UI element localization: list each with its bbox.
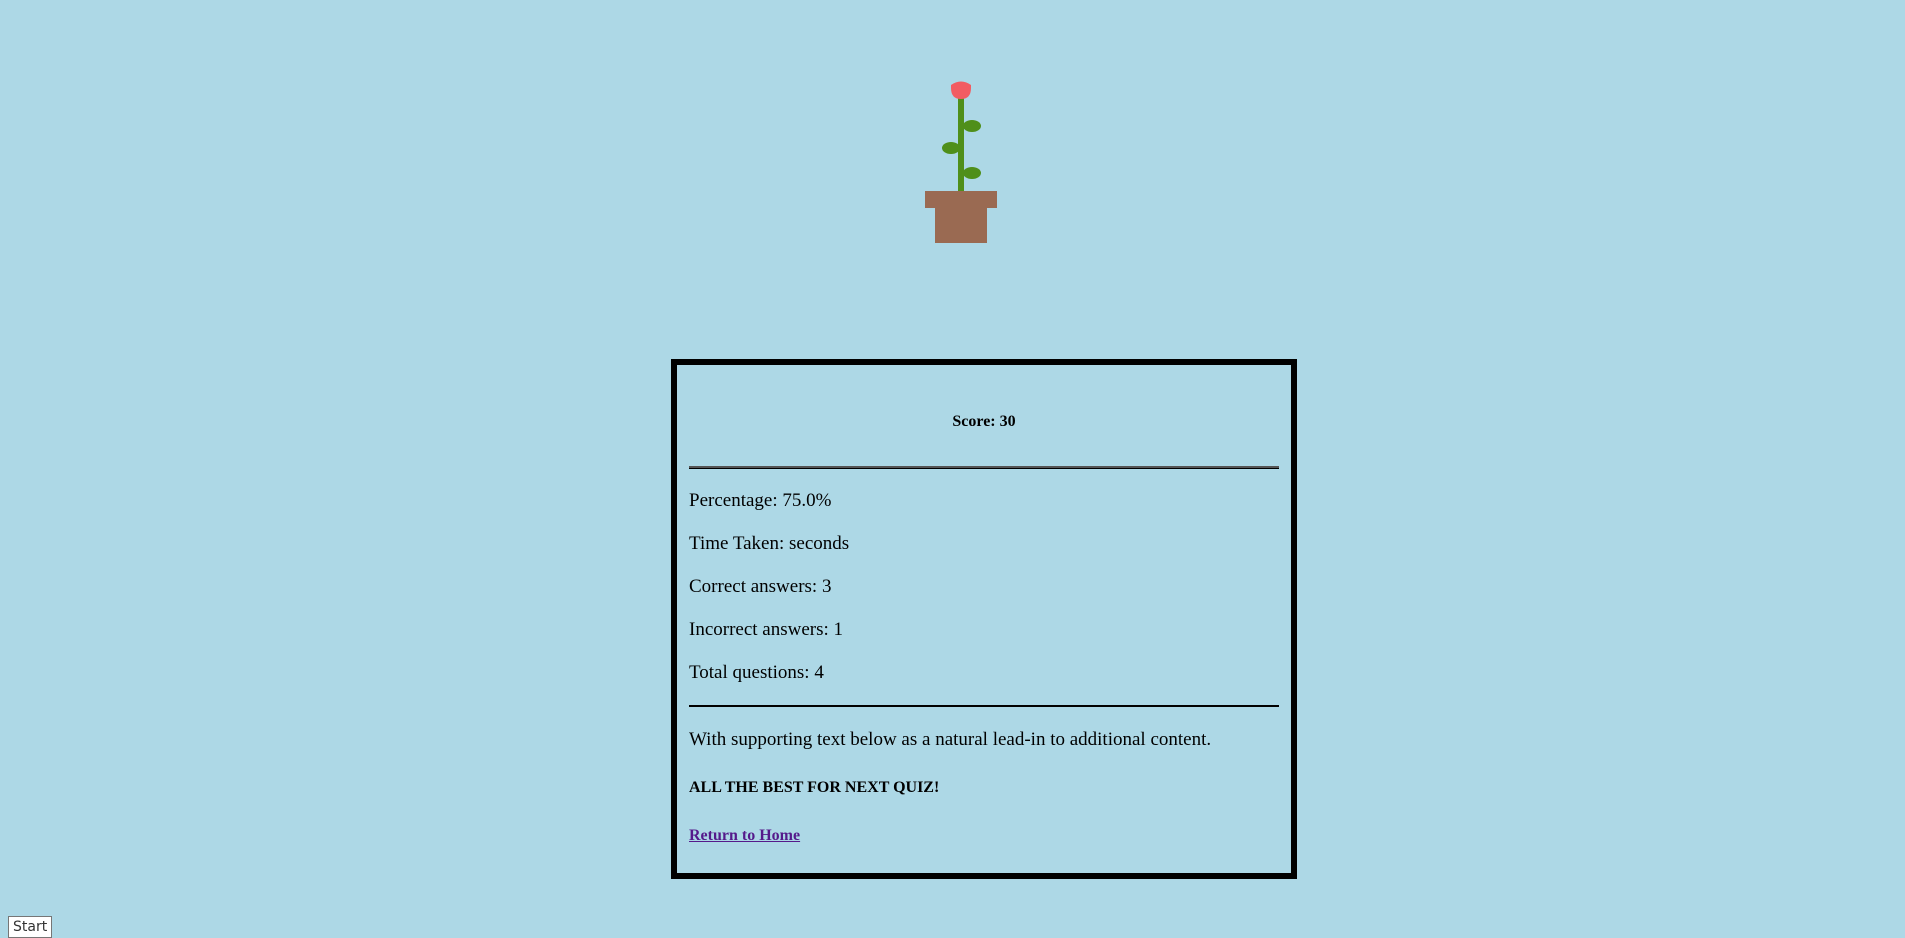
start-button[interactable]: Start (8, 916, 53, 938)
quiz-result-card: Score: 30 Percentage: 75.0% Time Taken: … (671, 359, 1297, 879)
incorrect-answers-text: Incorrect answers: 1 (689, 619, 844, 640)
total-questions-text: Total questions: 4 (689, 662, 824, 683)
score-heading: Score: 30 (952, 413, 1016, 430)
closing-message: ALL THE BEST FOR NEXT QUIZ! (689, 779, 940, 796)
percentage-text: Percentage: 75.0% (689, 490, 832, 511)
stats-divider (689, 705, 1279, 707)
return-home-link[interactable]: Return to Home (689, 826, 800, 846)
score-divider (689, 466, 1279, 469)
potted-flower-icon (925, 81, 997, 243)
time-taken-text: Time Taken: seconds (689, 533, 850, 554)
correct-answers-text: Correct answers: 3 (689, 576, 832, 597)
supporting-text: With supporting text below as a natural … (689, 729, 1212, 750)
